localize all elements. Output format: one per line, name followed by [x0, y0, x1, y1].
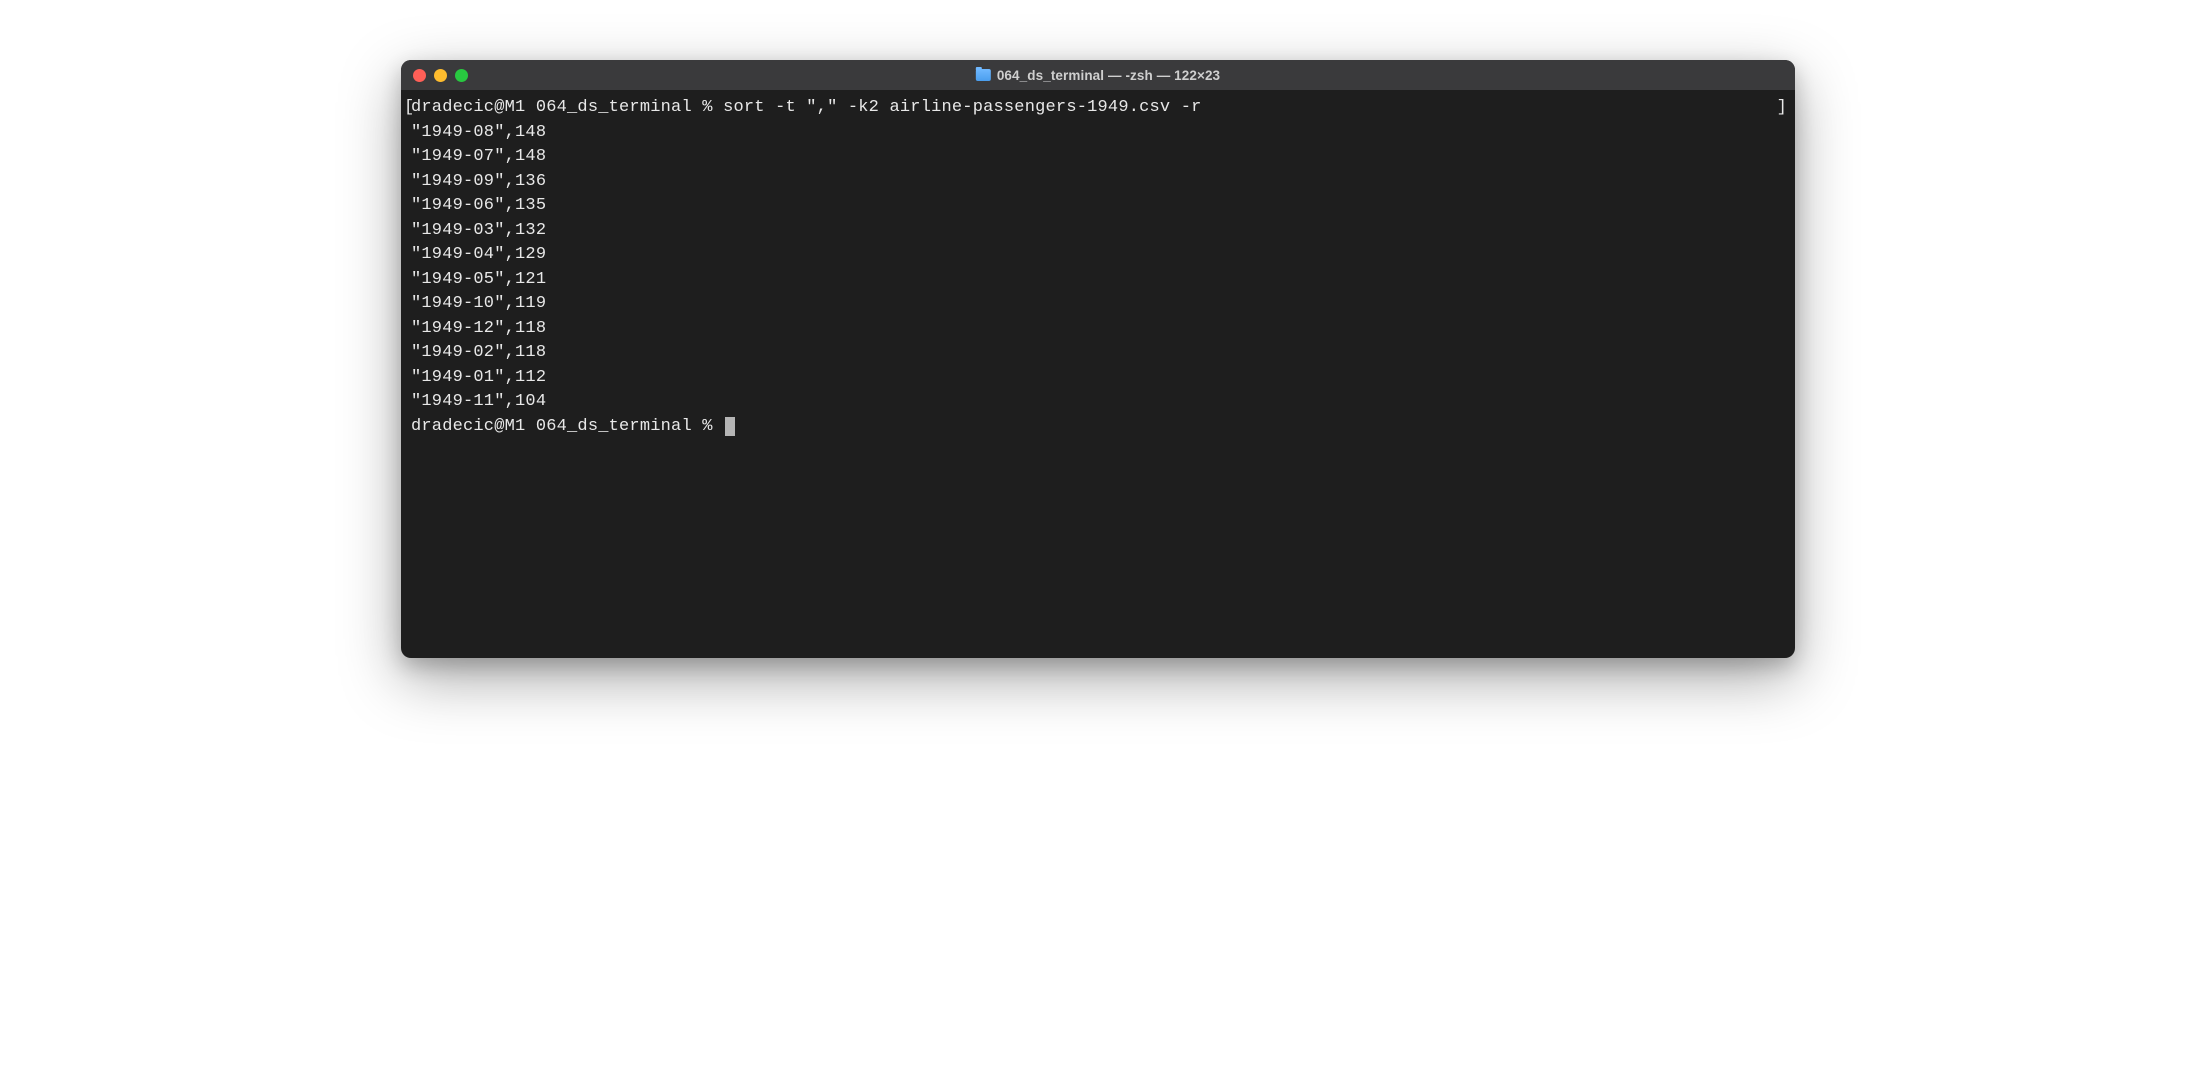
terminal-body[interactable]: [ ] dradecic@M1 064_ds_terminal % sort -…: [401, 90, 1795, 658]
close-button[interactable]: [413, 69, 426, 82]
window-title-text: 064_ds_terminal — -zsh — 122×23: [997, 68, 1220, 83]
prompt-text: dradecic@M1 064_ds_terminal %: [411, 415, 723, 440]
output-line: "1949-02",118: [411, 341, 1785, 366]
title-bar: 064_ds_terminal — -zsh — 122×23: [401, 60, 1795, 90]
cursor-icon: [725, 417, 735, 436]
output-line: "1949-01",112: [411, 366, 1785, 391]
output-line: "1949-07",148: [411, 145, 1785, 170]
output-block: "1949-08",148"1949-07",148"1949-09",136"…: [411, 121, 1785, 415]
output-line: "1949-04",129: [411, 243, 1785, 268]
minimize-button[interactable]: [434, 69, 447, 82]
right-bracket-decor: ]: [1777, 96, 1787, 121]
command-line-1: dradecic@M1 064_ds_terminal % sort -t ",…: [411, 96, 1785, 121]
output-line: "1949-09",136: [411, 170, 1785, 195]
window-title: 064_ds_terminal — -zsh — 122×23: [976, 68, 1220, 83]
traffic-lights: [413, 69, 468, 82]
maximize-button[interactable]: [455, 69, 468, 82]
output-line: "1949-06",135: [411, 194, 1785, 219]
command-line-2: dradecic@M1 064_ds_terminal %: [411, 415, 1785, 440]
output-line: "1949-03",132: [411, 219, 1785, 244]
terminal-window: 064_ds_terminal — -zsh — 122×23 [ ] drad…: [401, 60, 1795, 658]
output-line: "1949-11",104: [411, 390, 1785, 415]
command-text: sort -t "," -k2 airline-passengers-1949.…: [723, 98, 1201, 117]
output-line: "1949-10",119: [411, 292, 1785, 317]
output-line: "1949-12",118: [411, 317, 1785, 342]
folder-icon: [976, 69, 991, 81]
output-line: "1949-05",121: [411, 268, 1785, 293]
output-line: "1949-08",148: [411, 121, 1785, 146]
left-bracket-decor: [: [404, 96, 414, 121]
prompt-text: dradecic@M1 064_ds_terminal %: [411, 98, 723, 117]
